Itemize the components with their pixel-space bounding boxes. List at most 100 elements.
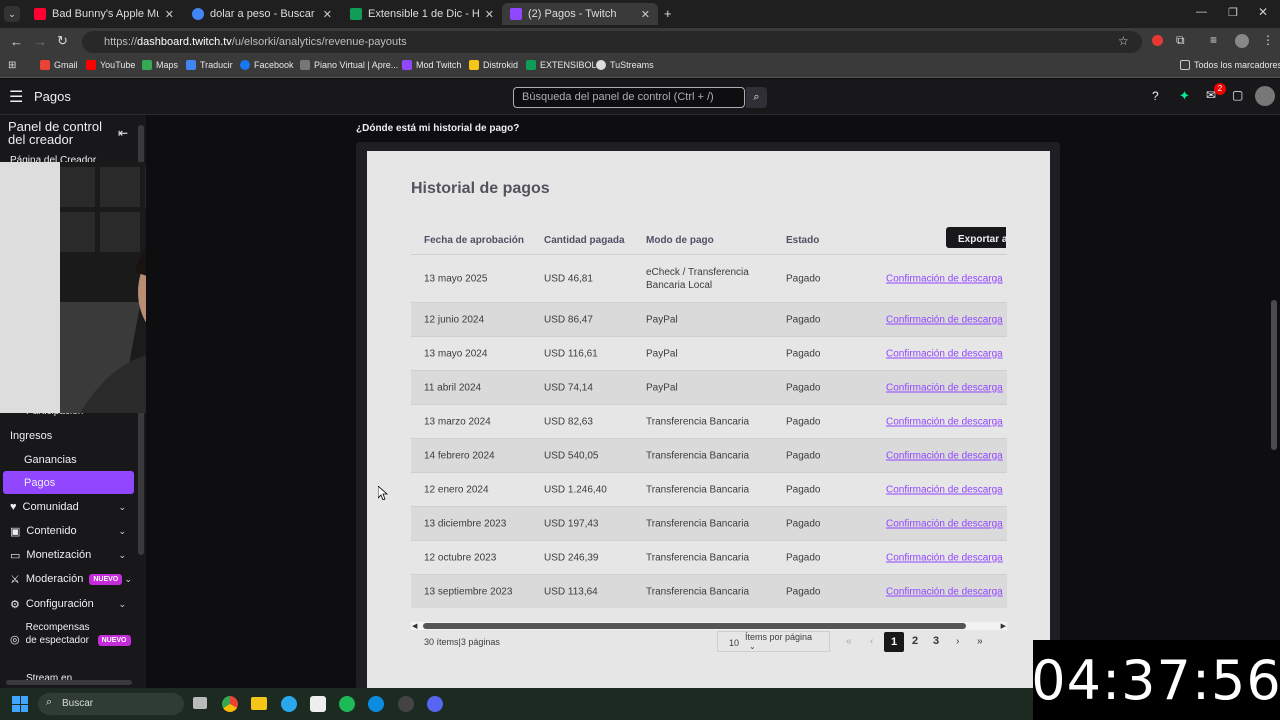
download-confirmation-link[interactable]: Confirmación de descarga [886,348,1003,359]
bookmark-distrokid[interactable]: Distrokid [469,60,518,70]
bookmark-gmail[interactable]: Gmail [40,60,78,70]
download-confirmation-link[interactable]: Confirmación de descarga [886,273,1003,284]
page-title: Pagos [34,89,71,104]
close-icon[interactable]: ✕ [485,8,494,21]
media-control-icon[interactable]: ≡ [1210,33,1217,47]
download-confirmation-link[interactable]: Confirmación de descarga [886,586,1003,597]
last-page-button[interactable]: » [977,636,983,647]
taskbar-search[interactable]: ⌕ Buscar [38,693,184,715]
sidebar-item-earnings[interactable]: Ganancias [0,449,140,471]
tab-extensible[interactable]: Extensible 1 de Dic - Hojas de ✕ [342,3,502,25]
page-button-1[interactable]: 1 [884,632,904,652]
hamburger-menu-icon[interactable]: ☰ [9,87,23,107]
download-confirmation-link[interactable]: Confirmación de descarga [886,382,1003,393]
sidebar-item-payouts[interactable]: Pagos [3,471,134,494]
first-page-button[interactable]: « [846,636,852,647]
capcut-icon[interactable] [310,696,326,712]
next-page-button[interactable]: › [956,636,959,647]
sidebar-item-settings[interactable]: ⚙ Configuración ⌄ [0,593,140,615]
column-header-date[interactable]: Fecha de aprobación [424,235,524,246]
back-icon[interactable]: ← [10,34,23,49]
minimize-button[interactable]: — [1196,6,1207,18]
help-icon[interactable]: ? [1152,89,1159,103]
file-explorer-icon[interactable] [251,697,267,710]
download-confirmation-link[interactable]: Confirmación de descarga [886,450,1003,461]
community-icon: ♥ [10,501,17,513]
chrome-icon[interactable] [222,696,238,712]
close-icon[interactable]: ✕ [323,8,332,21]
new-badge: NUEVO [97,635,131,646]
profile-avatar[interactable] [1235,34,1249,48]
download-confirmation-link[interactable]: Confirmación de descarga [886,416,1003,427]
edge-icon[interactable] [368,696,384,712]
sidebar-horizontal-scrollbar[interactable] [6,680,132,685]
main-scrollbar[interactable] [1271,300,1277,450]
tab-bad-bunny[interactable]: Bad Bunny's Apple Music Super ✕ [26,3,182,25]
download-confirmation-link[interactable]: Confirmación de descarga [886,484,1003,495]
table-horizontal-scrollbar[interactable]: ◀ ▶ [411,622,1007,630]
download-confirmation-link[interactable]: Confirmación de descarga [886,552,1003,563]
collapse-sidebar-icon[interactable]: ⇤ [118,126,128,140]
apps-grid-icon[interactable]: ⊞ [8,60,16,71]
scroll-left-arrow[interactable]: ◀ [412,622,417,630]
cell-method: Transferencia Bancaria [646,416,750,427]
close-icon[interactable]: ✕ [165,8,174,21]
spotify-icon[interactable] [339,696,355,712]
bookmark-all-folder[interactable]: Todos los marcadores [1180,60,1280,70]
bookmark-facebook[interactable]: Facebook [240,60,294,70]
bookmark-extensibol[interactable]: EXTENSIBOL [526,60,597,70]
sidebar-item-monetization[interactable]: ▭ Monetización ⌄ [0,544,140,566]
close-window-button[interactable]: ✕ [1258,5,1268,19]
sidebar-item-moderation[interactable]: ⚔ Moderación NUEVO ⌄ [0,568,140,590]
search-icon[interactable]: ⌕ [746,87,767,108]
tab-dolar-peso[interactable]: dolar a peso - Buscar con Goog ✕ [184,3,340,25]
discord-icon[interactable] [427,696,443,712]
bookmark-youtube[interactable]: YouTube [86,60,135,70]
dashboard-search-input[interactable]: Búsqueda del panel de control (Ctrl + /) [513,87,745,108]
cell-date: 12 junio 2024 [424,314,485,325]
cell-status: Pagado [786,348,821,359]
url-field[interactable]: https://dashboard.twitch.tv/u/elsorki/an… [82,31,1142,53]
close-icon[interactable]: ✕ [641,8,650,21]
sparkle-icon[interactable]: ✦ [1179,88,1190,104]
bookmark-tustreams[interactable]: TuStreams [596,60,654,70]
cell-status: Pagado [786,382,821,393]
scrollbar-thumb[interactable] [423,623,966,629]
tab-pagos-twitch[interactable]: (2) Pagos - Twitch ✕ [502,3,658,25]
windows-start-icon[interactable] [12,696,28,712]
page-button-2[interactable]: 2 [912,635,918,647]
export-button[interactable]: Exportar a [946,227,1006,248]
maximize-button[interactable]: ❐ [1228,6,1238,19]
column-header-method[interactable]: Modo de pago [646,235,714,246]
whisper-icon[interactable]: ▢ [1232,88,1243,102]
sidebar-item-community[interactable]: ♥ Comunidad ⌄ [0,496,140,518]
items-per-page-select[interactable]: 10 Ítems por página ⌄ [717,631,830,652]
bookmark-piano[interactable]: Piano Virtual | Apre... [300,60,398,70]
payment-history-link[interactable]: ¿Dónde está mi historial de pago? [356,123,519,134]
forward-icon[interactable]: → [34,34,47,49]
scroll-right-arrow[interactable]: ▶ [1001,622,1006,630]
page-button-3[interactable]: 3 [933,635,939,647]
obs-icon[interactable] [398,696,414,712]
extensions-puzzle-icon[interactable]: ⧉ [1176,33,1185,48]
bookmark-star-icon[interactable]: ☆ [1118,34,1129,48]
telegram-icon[interactable] [281,696,297,712]
column-header-status[interactable]: Estado [786,235,819,246]
task-view-icon[interactable] [193,697,207,709]
prev-page-button[interactable]: ‹ [870,636,873,647]
bookmark-mod-twitch[interactable]: Mod Twitch [402,60,461,70]
user-avatar[interactable] [1255,86,1275,106]
tab-search-icon[interactable]: ⌄ [4,6,20,22]
bookmark-traducir[interactable]: Traducir [186,60,233,70]
chrome-menu-icon[interactable]: ⋮ [1262,33,1274,47]
reload-icon[interactable]: ↻ [57,33,68,49]
chevron-down-icon: ⌄ [118,501,126,512]
extension-icon[interactable] [1152,35,1163,46]
bookmark-maps[interactable]: Maps [142,60,178,70]
download-confirmation-link[interactable]: Confirmación de descarga [886,518,1003,529]
column-header-amount[interactable]: Cantidad pagada [544,235,625,246]
sidebar-item-content[interactable]: ▣ Contenido ⌄ [0,520,140,542]
download-confirmation-link[interactable]: Confirmación de descarga [886,314,1003,325]
new-tab-button[interactable]: + [664,6,672,21]
sidebar-item-rewards[interactable]: ◎ Recompensas de espectador NUEVO [0,621,140,661]
